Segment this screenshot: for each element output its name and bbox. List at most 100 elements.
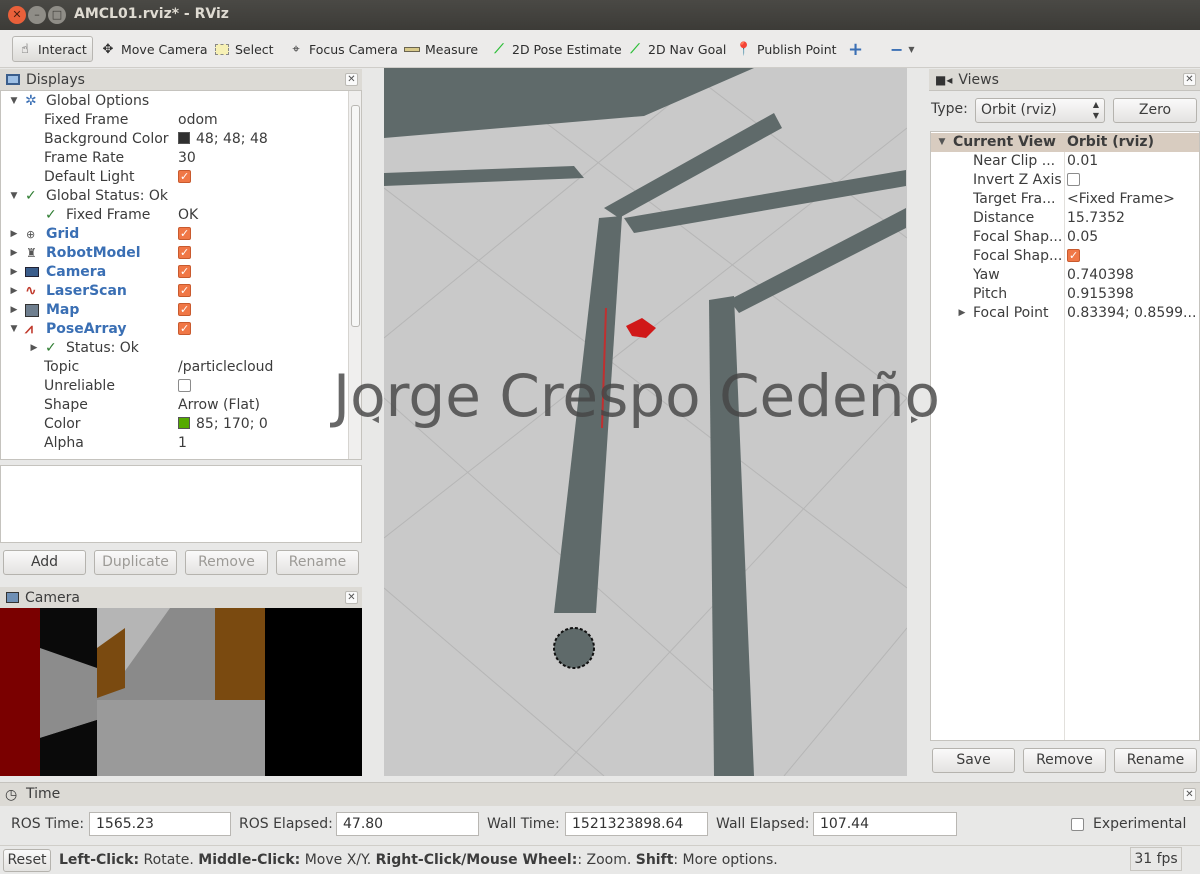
expand-arrow-icon[interactable]: ▶ — [9, 301, 19, 320]
remove-display-button[interactable]: Remove — [185, 550, 268, 575]
tool-measure[interactable]: Measure — [400, 36, 482, 62]
view-row-focal-shape-size[interactable]: Focal Shap... 0.05 — [931, 228, 1199, 247]
ros-elapsed-field[interactable]: 47.80 — [336, 812, 479, 836]
expand-arrow-icon[interactable]: ▶ — [957, 304, 967, 323]
checkbox[interactable] — [178, 244, 191, 262]
row-value[interactable]: Arrow (Flat) — [178, 396, 348, 415]
tree-row-global-options[interactable]: ▼ ✲ Global Options — [1, 92, 349, 111]
tool-2d-pose-estimate[interactable]: ⟋ 2D Pose Estimate — [487, 36, 626, 62]
tool-focus-camera[interactable]: ⌖ Focus Camera — [284, 36, 402, 62]
tree-row-background-color[interactable]: Background Color 48; 48; 48 — [1, 130, 349, 149]
zero-button[interactable]: Zero — [1113, 98, 1197, 123]
tree-row-pose-array[interactable]: ▼ ⩘ PoseArray — [1, 320, 349, 339]
tree-row-fixed-frame[interactable]: Fixed Frame odom — [1, 111, 349, 130]
tool-publish-point[interactable]: 📍 Publish Point — [732, 36, 841, 62]
checkbox[interactable] — [178, 301, 191, 319]
current-view-row[interactable]: ▼ Current View Orbit (rviz) — [931, 133, 1199, 152]
checkbox[interactable] — [178, 168, 191, 186]
tree-row-grid[interactable]: ▶ ⊕ Grid — [1, 225, 349, 244]
expand-arrow-icon[interactable]: ▶ — [9, 225, 19, 244]
expand-arrow-icon[interactable]: ▶ — [29, 339, 39, 358]
tree-row-status-fixed-frame[interactable]: ✓ Fixed Frame OK — [1, 206, 349, 225]
tree-row-default-light[interactable]: Default Light — [1, 168, 349, 187]
views-tree[interactable]: ▼ Current View Orbit (rviz) Near Clip ..… — [930, 131, 1200, 741]
tree-row-color[interactable]: Color 85; 170; 0 — [1, 415, 349, 434]
expand-arrow-icon[interactable]: ▼ — [9, 187, 19, 206]
close-icon[interactable]: ✕ — [345, 591, 358, 604]
row-value[interactable]: odom — [178, 111, 348, 130]
rename-view-button[interactable]: Rename — [1114, 748, 1197, 773]
view-row-focal-point[interactable]: ▶ Focal Point 0.83394; 0.8599... — [931, 304, 1199, 323]
checkbox[interactable] — [178, 379, 191, 392]
row-label: Unreliable — [44, 378, 115, 394]
row-value[interactable]: /particlecloud — [178, 358, 348, 377]
expand-arrow-icon[interactable]: ▼ — [9, 320, 19, 339]
checkbox[interactable] — [178, 225, 191, 243]
row-value[interactable]: 48; 48; 48 — [178, 130, 348, 149]
row-value[interactable]: 0.05 — [1067, 228, 1195, 247]
scrollbar-thumb[interactable] — [351, 105, 360, 327]
expand-arrow-icon[interactable]: ▼ — [9, 92, 19, 111]
wall-elapsed-field[interactable]: 107.44 — [813, 812, 957, 836]
reset-button[interactable]: Reset — [3, 849, 51, 872]
row-value[interactable]: 1 — [178, 434, 348, 453]
view-row-focal-shape-fixed[interactable]: Focal Shap... — [931, 247, 1199, 266]
minimize-window-button[interactable]: – — [28, 6, 46, 24]
close-icon[interactable]: ✕ — [345, 73, 358, 86]
row-value[interactable]: 30 — [178, 149, 348, 168]
close-icon[interactable]: ✕ — [1183, 788, 1196, 801]
row-value[interactable]: 0.740398 — [1067, 266, 1195, 285]
close-icon[interactable]: ✕ — [1183, 73, 1196, 86]
view-row-invert-z[interactable]: Invert Z Axis — [931, 171, 1199, 190]
checkbox[interactable] — [178, 263, 191, 281]
tool-2d-nav-goal[interactable]: ⟋ 2D Nav Goal — [623, 36, 730, 62]
rename-display-button[interactable]: Rename — [276, 550, 359, 575]
tool-interact[interactable]: ☝ Interact — [12, 36, 93, 62]
experimental-checkbox[interactable] — [1071, 818, 1084, 831]
tree-row-topic[interactable]: Topic /particlecloud — [1, 358, 349, 377]
remove-view-button[interactable]: Remove — [1023, 748, 1106, 773]
checkbox[interactable] — [1067, 173, 1080, 186]
close-window-button[interactable]: ✕ — [8, 6, 26, 24]
tree-row-shape[interactable]: Shape Arrow (Flat) — [1, 396, 349, 415]
save-view-button[interactable]: Save — [932, 748, 1015, 773]
add-display-button[interactable]: Add — [3, 550, 86, 575]
tree-row-camera[interactable]: ▶ Camera — [1, 263, 349, 282]
row-value[interactable]: 0.83394; 0.8599... — [1067, 304, 1195, 323]
expand-arrow-icon[interactable]: ▶ — [9, 244, 19, 263]
duplicate-display-button[interactable]: Duplicate — [94, 550, 177, 575]
tree-row-robot-model[interactable]: ▶ ♜ RobotModel — [1, 244, 349, 263]
tree-row-alpha[interactable]: Alpha 1 — [1, 434, 349, 453]
checkbox[interactable] — [1067, 247, 1080, 265]
row-value[interactable]: 85; 170; 0 — [178, 415, 348, 434]
views-type-select[interactable]: Orbit (rviz) ▲ ▼ — [975, 98, 1105, 123]
checkbox[interactable] — [178, 282, 191, 300]
add-tool-button[interactable]: + — [844, 36, 867, 62]
tree-row-global-status[interactable]: ▼ ✓ Global Status: Ok — [1, 187, 349, 206]
displays-tree[interactable]: ▼ ✲ Global Options Fixed Frame odom Back… — [0, 90, 362, 460]
view-row-distance[interactable]: Distance 15.7352 — [931, 209, 1199, 228]
tree-row-laser-scan[interactable]: ▶ ∿ LaserScan — [1, 282, 349, 301]
ros-time-field[interactable]: 1565.23 — [89, 812, 231, 836]
wall-time-field[interactable]: 1521323898.64 — [565, 812, 708, 836]
view-row-target-frame[interactable]: Target Fra... <Fixed Frame> — [931, 190, 1199, 209]
tree-row-frame-rate[interactable]: Frame Rate 30 — [1, 149, 349, 168]
maximize-window-button[interactable]: □ — [48, 6, 66, 24]
remove-tool-button[interactable]: − ▼ — [886, 36, 919, 62]
row-value[interactable]: 0.01 — [1067, 152, 1195, 171]
expand-arrow-icon[interactable]: ▼ — [937, 133, 947, 152]
checkbox[interactable] — [178, 320, 191, 338]
view-row-near-clip[interactable]: Near Clip ... 0.01 — [931, 152, 1199, 171]
tree-row-pose-status[interactable]: ▶ ✓ Status: Ok — [1, 339, 349, 358]
row-value[interactable]: 15.7352 — [1067, 209, 1195, 228]
view-row-pitch[interactable]: Pitch 0.915398 — [931, 285, 1199, 304]
expand-arrow-icon[interactable]: ▶ — [9, 282, 19, 301]
expand-arrow-icon[interactable]: ▶ — [9, 263, 19, 282]
tool-move-camera[interactable]: ✥ Move Camera — [96, 36, 212, 62]
row-value[interactable]: <Fixed Frame> — [1067, 190, 1195, 209]
row-value[interactable]: 0.915398 — [1067, 285, 1195, 304]
tree-row-map[interactable]: ▶ Map — [1, 301, 349, 320]
tool-select[interactable]: Select — [210, 36, 278, 62]
tree-row-unreliable[interactable]: Unreliable — [1, 377, 349, 396]
view-row-yaw[interactable]: Yaw 0.740398 — [931, 266, 1199, 285]
